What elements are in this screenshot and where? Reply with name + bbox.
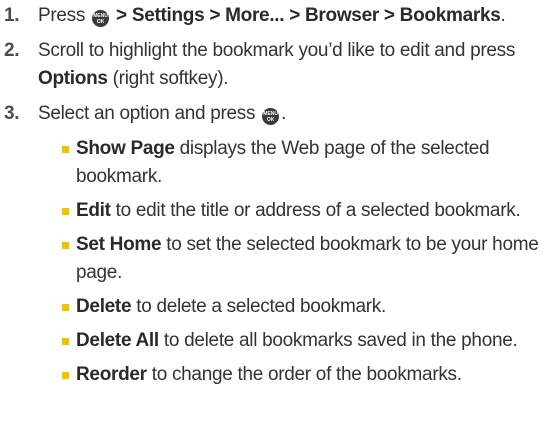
bullet-icon [62,242,69,249]
option-item: Edit to edit the title or address of a s… [62,197,553,225]
step-number: 3. [4,103,20,124]
option-term: Show Page [76,138,175,159]
bullet-icon [62,304,69,311]
step-1: 1. Press MENU OK > Settings > More... > B… [0,2,553,30]
menu-path: > Settings > More... > Browser > Bookmar… [111,5,501,26]
step-3: 3. Select an option and press MENU OK. [0,100,553,128]
step-text: Select an option and press [38,103,256,124]
bullet-icon [62,146,69,153]
bullet-icon [62,338,69,345]
option-term: Set Home [76,234,162,255]
step-text: Press [38,5,86,26]
option-item: Set Home to set the selected bookmark to… [62,231,553,287]
option-desc: to delete all bookmarks saved in the pho… [158,330,518,351]
option-item: Delete to delete a selected bookmark. [62,293,553,321]
option-term: Delete All [76,330,159,351]
bullet-icon [62,372,69,379]
step-number: 2. [4,40,20,61]
menu-ok-key-icon: MENU OK [262,108,280,125]
option-list: Show Page displays the Web page of the s… [0,135,553,389]
option-term: Delete [76,296,132,317]
bullet-icon [62,208,69,215]
step-2: 2. Scroll to highlight the bookmark you’… [0,37,553,93]
option-desc: to delete a selected bookmark. [131,296,386,317]
options-softkey-label: Options [38,68,108,89]
step-number: 1. [4,5,20,26]
option-item: Reorder to change the order of the bookm… [62,361,553,389]
step-text: (right softkey). [107,68,229,89]
instruction-page: 1. Press MENU OK > Settings > More... > B… [0,0,553,421]
option-item: Delete All to delete all bookmarks saved… [62,327,553,355]
menu-ok-key-icon: MENU OK [92,10,110,27]
option-desc: to change the order of the bookmarks. [146,364,462,385]
step-text: Scroll to highlight the bookmark you’d l… [38,40,516,61]
option-desc: to edit the title or address of a select… [110,200,521,221]
option-term: Reorder [76,364,147,385]
option-term: Edit [76,200,111,221]
option-item: Show Page displays the Web page of the s… [62,135,553,191]
